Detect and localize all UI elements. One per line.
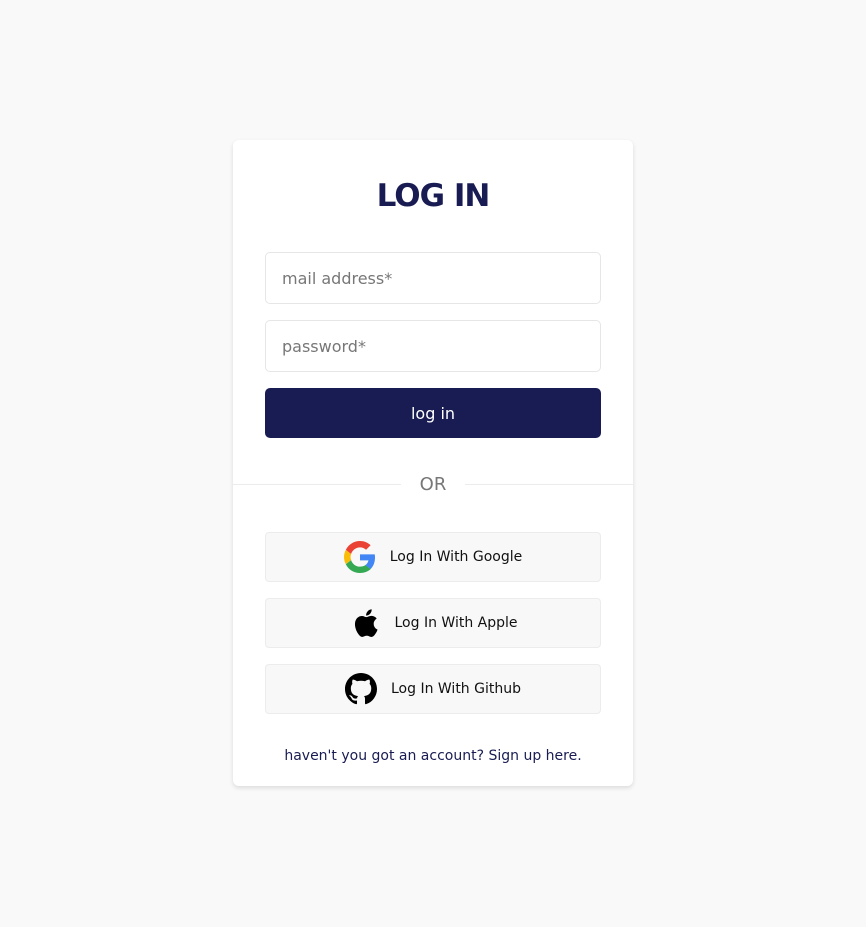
apple-login-button[interactable]: Log In With Apple: [265, 598, 601, 648]
github-login-label: Log In With Github: [390, 681, 521, 697]
login-button[interactable]: log in: [265, 388, 601, 438]
page-title: LOG IN: [376, 178, 491, 214]
signup-prompt-text: haven't you got an account?: [284, 748, 485, 764]
google-login-label: Log In With Google: [389, 549, 523, 565]
password-field[interactable]: [265, 320, 601, 372]
github-login-button[interactable]: Log In With Github: [265, 664, 601, 714]
divider-or-label: OR: [401, 472, 465, 498]
signup-prompt: haven't you got an account? Sign up here…: [233, 748, 633, 764]
github-icon: [344, 673, 377, 705]
login-card: LOG IN log in OR Log In With Google Log …: [233, 140, 633, 786]
email-field[interactable]: [265, 252, 601, 304]
google-login-button[interactable]: Log In With Google: [265, 532, 601, 582]
signup-link[interactable]: Sign up here.: [488, 748, 581, 764]
google-icon: [343, 541, 376, 573]
apple-login-label: Log In With Apple: [394, 615, 518, 631]
apple-icon: [349, 607, 381, 639]
